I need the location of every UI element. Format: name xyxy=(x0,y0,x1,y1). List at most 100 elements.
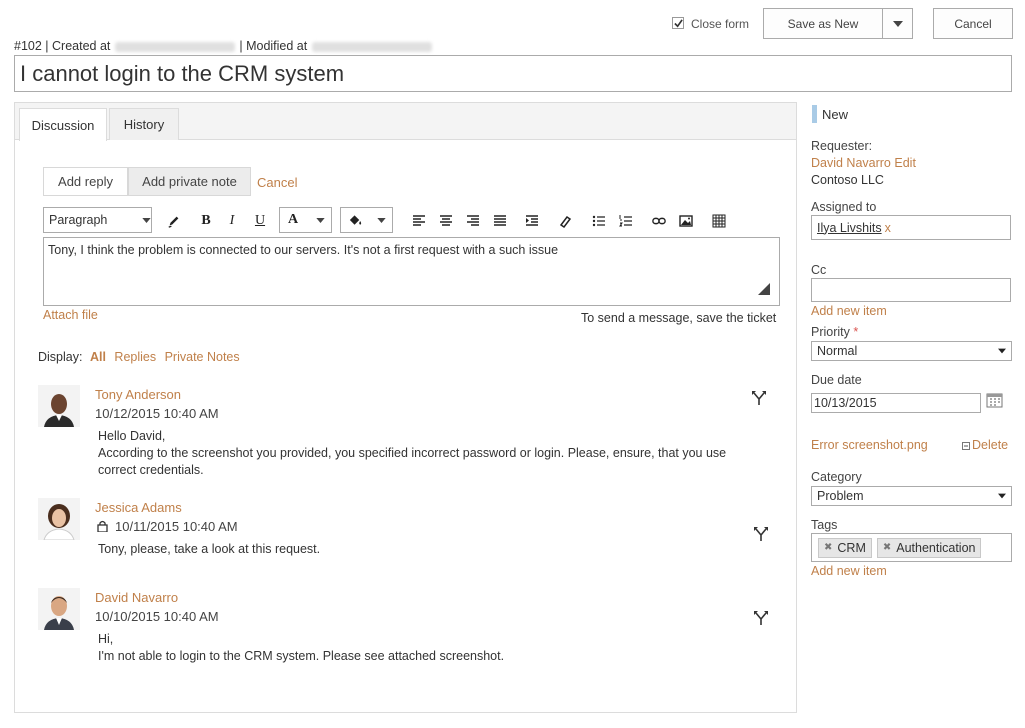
close-form-label: Close form xyxy=(691,17,750,31)
cc-add-link[interactable]: Add new item xyxy=(811,304,887,318)
display-label: Display: xyxy=(38,350,83,364)
resize-handle-icon[interactable] xyxy=(758,283,770,295)
message-body: Hello David, According to the screenshot… xyxy=(98,428,768,479)
message-line: I'm not able to login to the CRM system.… xyxy=(98,649,505,663)
reply-editor-text: Tony, I think the problem is connected t… xyxy=(48,243,559,257)
lock-icon xyxy=(97,520,108,535)
tab-history-label: History xyxy=(123,117,165,132)
save-dropdown-button[interactable] xyxy=(882,8,913,39)
align-justify-icon[interactable] xyxy=(490,211,510,231)
highlight-pen-icon[interactable] xyxy=(164,211,184,231)
message-author[interactable]: Jessica Adams xyxy=(95,500,182,515)
chevron-down-icon xyxy=(316,217,325,223)
reply-arrow-icon[interactable] xyxy=(751,390,767,409)
add-reply-button[interactable]: Add reply xyxy=(43,167,128,196)
tag-chip[interactable]: ✖ CRM xyxy=(818,537,872,558)
filter-all[interactable]: All xyxy=(90,350,106,364)
save-as-new-button[interactable]: Save as New xyxy=(763,8,883,39)
required-marker: * xyxy=(853,325,859,339)
add-private-note-button[interactable]: Add private note xyxy=(128,167,251,196)
link-icon[interactable] xyxy=(649,211,669,231)
remove-tag-icon[interactable]: ✖ xyxy=(824,542,832,553)
font-color-select[interactable]: A xyxy=(279,207,332,233)
due-date-label: Due date xyxy=(811,373,862,387)
chevron-down-icon xyxy=(377,217,386,223)
italic-icon[interactable]: I xyxy=(222,211,242,231)
avatar-tony xyxy=(38,385,80,427)
tags-label: Tags xyxy=(811,518,838,532)
message-date: 10/10/2015 10:40 AM xyxy=(95,609,219,624)
message-date: 10/11/2015 10:40 AM xyxy=(115,519,238,534)
attachment-delete-label[interactable]: Delete xyxy=(972,438,1008,452)
priority-label: Priority * xyxy=(811,325,858,339)
message-author[interactable]: David Navarro xyxy=(95,590,178,605)
status-indicator xyxy=(812,105,817,123)
tab-discussion-label: Discussion xyxy=(31,117,95,133)
attach-file-link[interactable]: Attach file xyxy=(43,308,98,322)
assigned-field[interactable]: Ilya Livshits x xyxy=(811,215,1011,240)
created-prefix: | Created at xyxy=(45,39,111,53)
reply-editor[interactable]: Tony, I think the problem is connected t… xyxy=(43,237,780,306)
bold-icon[interactable]: B xyxy=(196,211,216,231)
tags-input[interactable]: ✖ CRM ✖ Authentication xyxy=(811,533,1012,562)
close-form-checkbox[interactable] xyxy=(672,17,684,29)
align-left-icon[interactable] xyxy=(409,211,429,231)
filter-replies[interactable]: Replies xyxy=(114,350,156,364)
reply-arrow-icon[interactable] xyxy=(753,610,769,629)
tab-discussion[interactable]: Discussion xyxy=(19,108,107,141)
tag-chip[interactable]: ✖ Authentication xyxy=(876,537,982,558)
calendar-icon[interactable] xyxy=(986,392,1003,411)
modified-date-redacted xyxy=(311,41,432,52)
fill-color-select[interactable] xyxy=(340,207,393,233)
attachment-delete[interactable]: Delete xyxy=(962,438,1008,452)
table-icon[interactable] xyxy=(709,211,729,231)
assigned-remove-button[interactable]: x xyxy=(885,221,891,235)
message-body: Hi, I'm not able to login to the CRM sys… xyxy=(98,631,768,665)
requester-name[interactable]: David Navarro xyxy=(811,156,891,170)
chevron-down-icon xyxy=(998,348,1006,354)
tags-add-link[interactable]: Add new item xyxy=(811,564,887,578)
priority-label-text: Priority xyxy=(811,325,850,339)
created-date-redacted xyxy=(114,41,235,52)
cc-input[interactable] xyxy=(811,278,1011,302)
chevron-down-icon xyxy=(998,493,1006,499)
eraser-icon[interactable] xyxy=(555,211,575,231)
requester-edit-link[interactable]: Edit xyxy=(894,156,916,170)
filter-private-notes[interactable]: Private Notes xyxy=(165,350,240,364)
ticket-number: #102 xyxy=(14,39,42,53)
bullet-list-icon[interactable] xyxy=(589,211,609,231)
avatar-jessica xyxy=(38,498,80,540)
underline-icon[interactable]: U xyxy=(250,211,270,231)
add-private-note-label: Add private note xyxy=(142,174,237,189)
attachment-link[interactable]: Error screenshot.png xyxy=(811,438,928,452)
add-reply-label: Add reply xyxy=(58,174,113,189)
due-date-input[interactable]: 10/13/2015 xyxy=(811,393,981,413)
ticket-title-input[interactable]: I cannot login to the CRM system xyxy=(14,55,1012,92)
align-right-icon[interactable] xyxy=(463,211,483,231)
assigned-value[interactable]: Ilya Livshits xyxy=(817,221,882,235)
message-body: Tony, please, take a look at this reques… xyxy=(98,541,768,558)
assigned-label: Assigned to xyxy=(811,200,877,214)
save-as-new-label: Save as New xyxy=(787,16,859,31)
category-value: Problem xyxy=(817,489,864,503)
priority-select[interactable]: Normal xyxy=(811,341,1012,361)
numbered-list-icon[interactable] xyxy=(616,211,636,231)
image-icon[interactable] xyxy=(676,211,696,231)
format-select[interactable]: Paragraph xyxy=(43,207,152,233)
cancel-button[interactable]: Cancel xyxy=(933,8,1013,39)
requester-company: Contoso LLC xyxy=(811,173,884,187)
category-select[interactable]: Problem xyxy=(811,486,1012,506)
ticket-title: I cannot login to the CRM system xyxy=(20,60,345,86)
format-select-value: Paragraph xyxy=(49,213,108,227)
indent-icon[interactable] xyxy=(522,211,542,231)
reply-cancel-link[interactable]: Cancel xyxy=(257,175,297,190)
tab-history[interactable]: History xyxy=(109,108,179,140)
status-badge: New xyxy=(822,107,849,122)
paint-bucket-icon xyxy=(349,215,362,225)
tag-label: CRM xyxy=(837,540,866,555)
align-center-icon[interactable] xyxy=(436,211,456,231)
requester-label: Requester: xyxy=(811,139,873,153)
remove-tag-icon[interactable]: ✖ xyxy=(883,542,891,553)
message-line: Tony, please, take a look at this reques… xyxy=(98,542,321,556)
message-author[interactable]: Tony Anderson xyxy=(95,387,181,402)
